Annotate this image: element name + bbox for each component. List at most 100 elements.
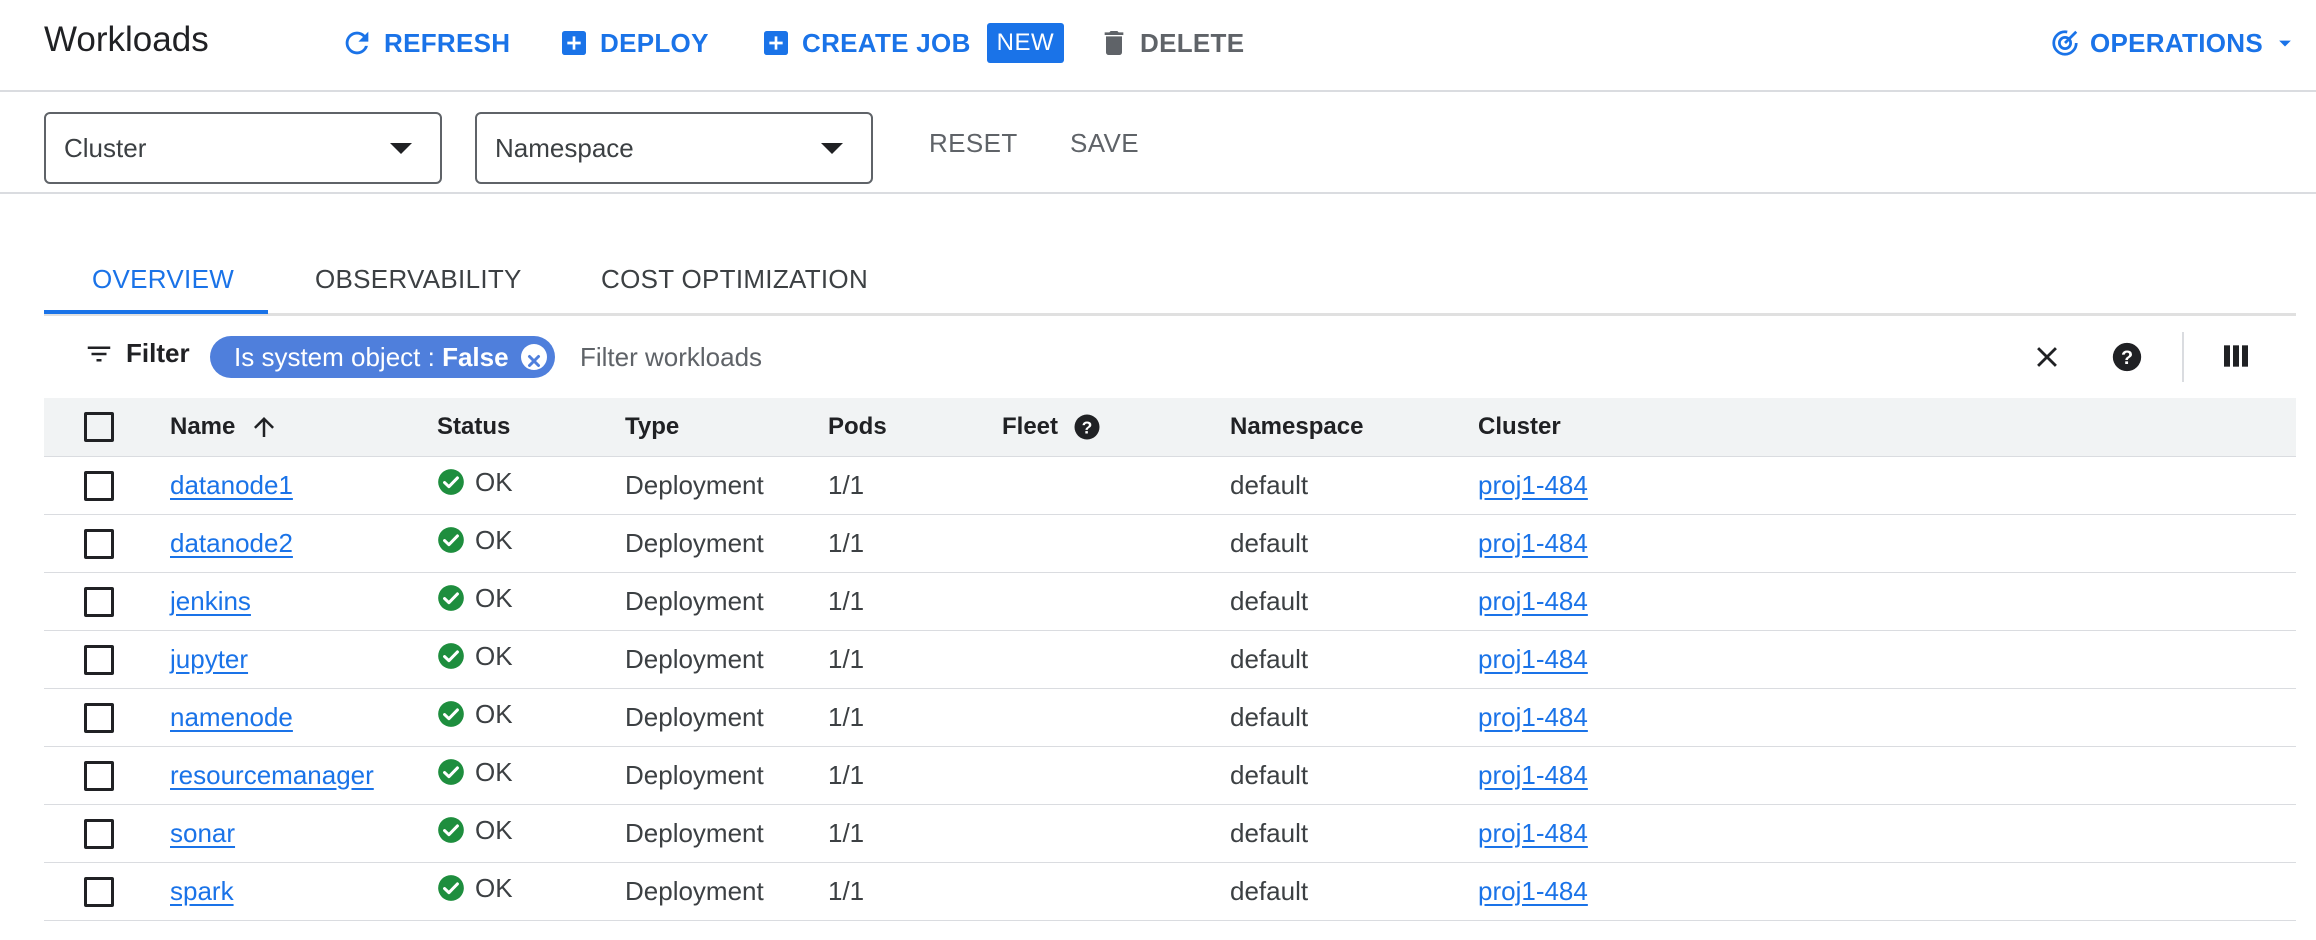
- filter-workloads-input[interactable]: [580, 336, 1380, 378]
- fleet-cell: [1002, 746, 1230, 804]
- row-checkbox[interactable]: [84, 761, 114, 792]
- workload-name-link[interactable]: datanode2: [170, 528, 293, 558]
- table-row[interactable]: datanode1 OK Deployment 1/1 default proj…: [44, 456, 2296, 514]
- type-cell: Deployment: [625, 759, 764, 790]
- add-box-icon: [562, 31, 586, 55]
- pods-cell: 1/1: [828, 817, 865, 848]
- cluster-link[interactable]: proj1-484: [1478, 702, 1588, 732]
- column-display-icon[interactable]: [2220, 340, 2252, 377]
- cluster-link[interactable]: proj1-484: [1478, 876, 1588, 906]
- row-checkbox[interactable]: [84, 877, 114, 908]
- operations-menu-button[interactable]: OPERATIONS: [2050, 22, 2299, 64]
- filter-list-icon: [87, 346, 111, 361]
- fleet-cell: [1002, 630, 1230, 688]
- deploy-button[interactable]: DEPLOY: [558, 22, 709, 64]
- table-row[interactable]: jenkins OK Deployment 1/1 default proj1-…: [44, 572, 2296, 630]
- table-row[interactable]: datanode2 OK Deployment 1/1 default proj…: [44, 514, 2296, 572]
- row-checkbox[interactable]: [84, 471, 114, 502]
- row-select-cell: [44, 630, 170, 688]
- column-name-label: Name: [170, 412, 236, 440]
- name-cell: sonar: [170, 804, 437, 862]
- filter-chip[interactable]: Is system object : False: [210, 336, 555, 378]
- operations-label: OPERATIONS: [2090, 27, 2263, 58]
- close-icon[interactable]: [2030, 340, 2064, 379]
- name-cell: resourcemanager: [170, 746, 437, 804]
- pods-cell: 1/1: [828, 701, 865, 732]
- workload-name-link[interactable]: datanode1: [170, 470, 293, 500]
- pods-cell: 1/1: [828, 875, 865, 906]
- arrow-up-icon[interactable]: [249, 412, 279, 442]
- toolbar-divider: [2182, 332, 2184, 382]
- tab-observability[interactable]: OBSERVABILITY: [315, 264, 522, 295]
- cluster-cell: proj1-484: [1478, 630, 2296, 688]
- tab-cost-optimization[interactable]: COST OPTIMIZATION: [601, 264, 868, 295]
- status-text: OK: [475, 582, 513, 613]
- cluster-link[interactable]: proj1-484: [1478, 528, 1588, 558]
- check-circle-icon: [438, 469, 464, 496]
- namespace-cell: default: [1230, 759, 1309, 790]
- column-header-name[interactable]: Name: [170, 398, 437, 456]
- help-icon[interactable]: ?: [1072, 412, 1102, 442]
- cluster-link[interactable]: proj1-484: [1478, 760, 1588, 790]
- fleet-cell: [1002, 572, 1230, 630]
- status-cell: OK: [437, 688, 625, 746]
- cluster-cell: proj1-484: [1478, 746, 2296, 804]
- workload-name-link[interactable]: namenode: [170, 702, 293, 732]
- cluster-select[interactable]: Cluster: [44, 112, 442, 184]
- table-row[interactable]: spark OK Deployment 1/1 default proj1-48…: [44, 862, 2296, 920]
- table-row[interactable]: jupyter OK Deployment 1/1 default proj1-…: [44, 630, 2296, 688]
- trash-icon: [1104, 31, 1124, 55]
- filter-button[interactable]: Filter: [84, 338, 190, 369]
- cluster-link[interactable]: proj1-484: [1478, 470, 1588, 500]
- cluster-link[interactable]: proj1-484: [1478, 586, 1588, 616]
- select-all-checkbox[interactable]: [84, 411, 114, 442]
- table-row[interactable]: namenode OK Deployment 1/1 default proj1…: [44, 688, 2296, 746]
- refresh-button[interactable]: REFRESH: [340, 22, 510, 64]
- column-header-namespace[interactable]: Namespace: [1230, 398, 1478, 456]
- name-cell: jenkins: [170, 572, 437, 630]
- column-header-type[interactable]: Type: [625, 398, 828, 456]
- fleet-cell: [1002, 804, 1230, 862]
- column-header-status[interactable]: Status: [437, 398, 625, 456]
- deploy-label: DEPLOY: [600, 27, 709, 58]
- check-circle-icon: [438, 585, 464, 612]
- fleet-cell: [1002, 514, 1230, 572]
- delete-button[interactable]: DELETE: [1098, 22, 1244, 64]
- remove-chip-icon[interactable]: [520, 344, 547, 370]
- workload-name-link[interactable]: spark: [170, 876, 234, 906]
- create-job-button[interactable]: CREATE JOB NEW: [760, 22, 1065, 64]
- row-select-cell: [44, 514, 170, 572]
- fleet-cell: [1002, 456, 1230, 514]
- name-cell: namenode: [170, 688, 437, 746]
- column-header-fleet[interactable]: Fleet ?: [1002, 398, 1230, 456]
- namespace-select-label: Namespace: [495, 132, 634, 163]
- pods-cell: 1/1: [828, 643, 865, 674]
- cluster-link[interactable]: proj1-484: [1478, 644, 1588, 674]
- namespace-select[interactable]: Namespace: [475, 112, 873, 184]
- status-cell: OK: [437, 572, 625, 630]
- workload-name-link[interactable]: jenkins: [170, 586, 251, 616]
- type-cell: Deployment: [625, 527, 764, 558]
- type-cell: Deployment: [625, 817, 764, 848]
- workload-name-link[interactable]: resourcemanager: [170, 760, 374, 790]
- workload-name-link[interactable]: jupyter: [170, 644, 248, 674]
- row-checkbox[interactable]: [84, 529, 114, 560]
- cluster-link[interactable]: proj1-484: [1478, 818, 1588, 848]
- table-row[interactable]: sonar OK Deployment 1/1 default proj1-48…: [44, 804, 2296, 862]
- status-text: OK: [475, 756, 513, 787]
- fleet-cell: [1002, 862, 1230, 920]
- column-header-pods[interactable]: Pods: [828, 398, 1002, 456]
- help-icon[interactable]: ?: [2110, 340, 2144, 379]
- column-header-cluster[interactable]: Cluster: [1478, 398, 2296, 456]
- reset-button[interactable]: RESET: [929, 128, 1018, 159]
- row-checkbox[interactable]: [84, 703, 114, 734]
- table-row[interactable]: resourcemanager OK Deployment 1/1 defaul…: [44, 746, 2296, 804]
- save-button[interactable]: SAVE: [1070, 128, 1139, 159]
- tab-overview[interactable]: OVERVIEW: [92, 264, 234, 295]
- row-checkbox[interactable]: [84, 645, 114, 676]
- row-checkbox[interactable]: [84, 819, 114, 850]
- status-text: OK: [475, 466, 513, 497]
- row-select-cell: [44, 456, 170, 514]
- workload-name-link[interactable]: sonar: [170, 818, 235, 848]
- row-checkbox[interactable]: [84, 587, 114, 618]
